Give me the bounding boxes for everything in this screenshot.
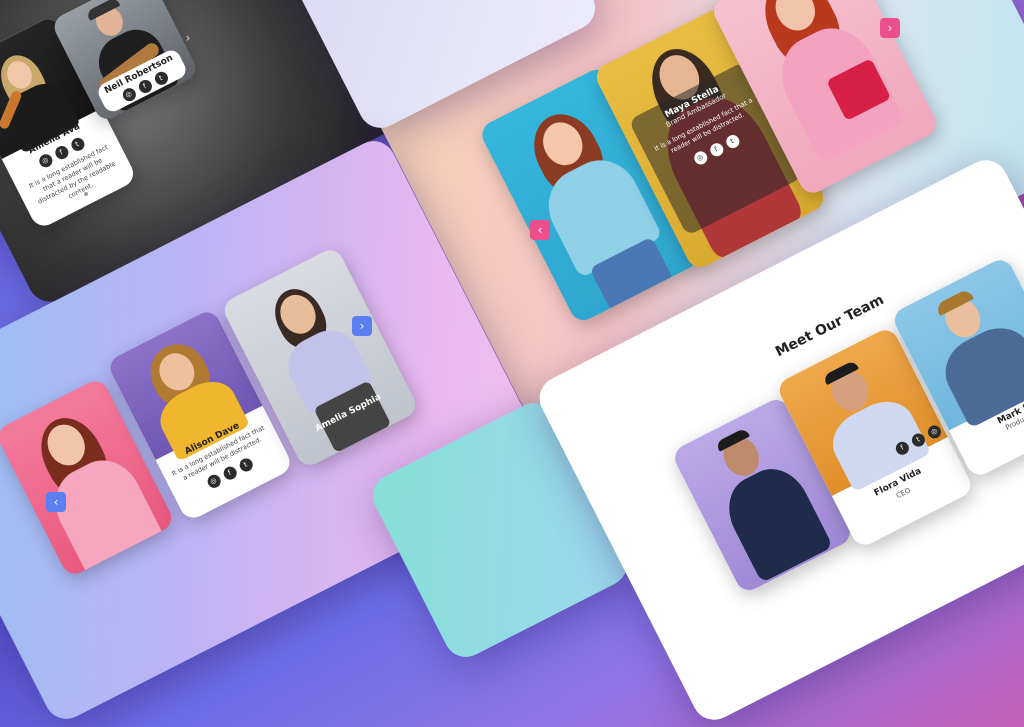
instagram-icon[interactable]: ◎ <box>691 149 710 167</box>
instagram-icon[interactable]: ◎ <box>120 86 138 104</box>
next-arrow-button[interactable]: › <box>178 28 198 48</box>
prev-arrow-button[interactable]: ‹ <box>46 492 66 512</box>
twitter-icon[interactable]: t <box>68 135 87 154</box>
next-arrow-button[interactable]: › <box>880 18 900 38</box>
facebook-icon[interactable]: f <box>52 144 71 162</box>
twitter-icon[interactable]: t <box>723 133 742 151</box>
prev-arrow-button[interactable]: ‹ <box>530 220 550 240</box>
next-arrow-button[interactable]: › <box>352 316 372 336</box>
facebook-icon[interactable]: f <box>220 464 239 483</box>
instagram-icon[interactable]: ◎ <box>204 472 223 491</box>
slider-dots <box>78 192 90 197</box>
facebook-icon[interactable]: f <box>136 77 154 96</box>
instagram-icon[interactable]: ◎ <box>36 152 55 170</box>
twitter-icon[interactable]: t <box>237 456 255 474</box>
facebook-icon[interactable]: f <box>707 141 726 159</box>
twitter-icon[interactable]: t <box>152 69 170 88</box>
